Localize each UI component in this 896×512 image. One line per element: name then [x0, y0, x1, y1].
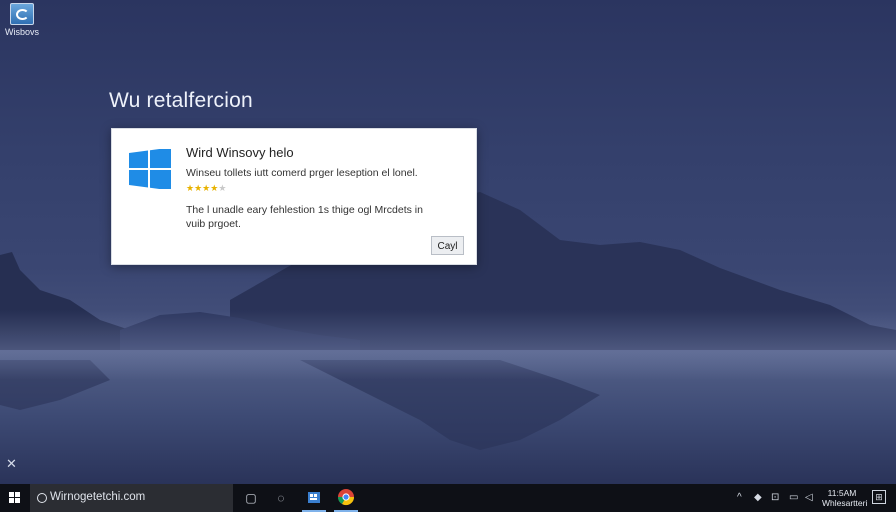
star-icon: ★: [218, 183, 227, 193]
store-icon: [308, 492, 320, 503]
taskbar-app-store[interactable]: [300, 484, 328, 512]
rating-stars: ★★★★★: [186, 183, 226, 194]
search-input[interactable]: Wirnogetetchi.com: [30, 484, 233, 512]
star-icon: ★: [194, 183, 203, 193]
notification-dialog: Wird Winsovy helo Winseu tollets iutt co…: [111, 128, 477, 265]
page-title: Wu retalfercion: [109, 89, 253, 112]
chrome-icon: [337, 489, 355, 506]
taskbar: Wirnogetetchi.com ▢ ◌ ^ ◆ ⊡ ▭ ◁ 11:5AM W…: [0, 484, 896, 512]
taskbar-app-edge[interactable]: ◌: [267, 484, 295, 512]
clock-date: Whlesartteri: [822, 498, 868, 508]
dialog-subtitle: Winseu tollets iutt comerd prger lesepti…: [186, 167, 418, 179]
windows-setting-icon: [10, 3, 34, 25]
close-icon[interactable]: ✕: [6, 456, 17, 472]
clock-time: 11:5AM: [827, 488, 857, 498]
edge-icon: ◌: [277, 491, 285, 505]
notification-center-icon[interactable]: ⊞: [872, 490, 886, 504]
chevron-up-icon[interactable]: ^: [737, 492, 742, 504]
volume-icon[interactable]: ◁: [805, 492, 813, 504]
start-button[interactable]: [0, 484, 30, 512]
taskbar-app-chrome[interactable]: [332, 484, 360, 512]
network-icon[interactable]: ◆: [754, 492, 762, 504]
task-view-icon: ▢: [245, 491, 257, 505]
desktop-shortcut-label: Wisbovs: [4, 27, 39, 37]
dialog-body: The l unadle eary fehlestion 1s thige og…: [186, 204, 423, 230]
search-text: Wirnogetetchi.com: [50, 491, 146, 503]
task-view-button[interactable]: ▢: [237, 484, 265, 512]
battery-icon[interactable]: ▭: [789, 492, 798, 504]
ethernet-icon[interactable]: ⊡: [771, 492, 779, 504]
search-icon: [37, 493, 47, 503]
windows-logo-icon: [129, 149, 171, 189]
desktop-shortcut[interactable]: Wisbovs: [2, 3, 42, 37]
desktop: Wisbovs Wu retalfercion Wird Winsovy hel…: [0, 0, 896, 512]
clock[interactable]: 11:5AM Whlesartteri: [822, 488, 868, 508]
cancel-button[interactable]: Cayl: [431, 236, 464, 255]
dialog-heading: Wird Winsovy helo: [186, 145, 294, 160]
star-icon: ★: [186, 183, 195, 193]
